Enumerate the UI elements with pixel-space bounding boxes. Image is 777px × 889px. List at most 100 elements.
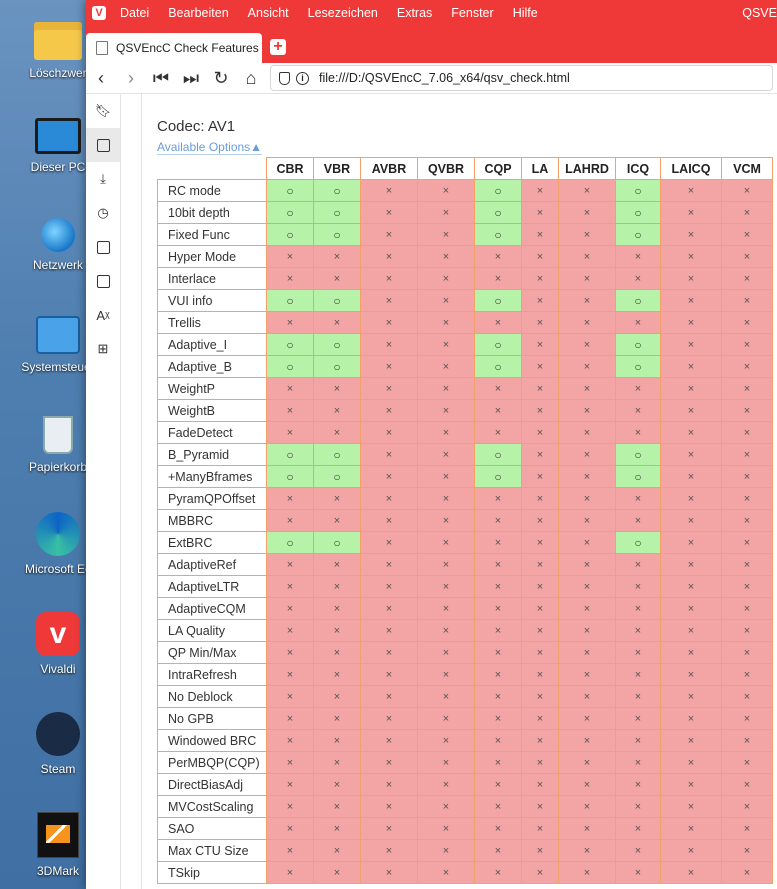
shield-icon[interactable]	[279, 71, 290, 85]
fast-forward-icon[interactable]: ⏭	[176, 68, 206, 89]
menu-ansicht[interactable]: Ansicht	[248, 6, 289, 20]
unsupported-cell: ×	[360, 399, 418, 422]
column-header: AVBR	[360, 157, 418, 180]
unsupported-cell: ×	[558, 223, 616, 246]
supported-cell: ○	[615, 201, 661, 224]
unsupported-cell: ×	[558, 861, 616, 884]
add-panel-button[interactable]: ⊞	[86, 332, 120, 366]
home-icon[interactable]: ⌂	[236, 68, 266, 89]
unsupported-cell: ×	[558, 245, 616, 268]
unsupported-cell: ×	[417, 333, 475, 356]
available-options-link[interactable]: Available Options▲	[157, 140, 263, 155]
table-row: Hyper Mode × × × × × × × × × ×	[157, 245, 773, 268]
vivaldi-menu-icon[interactable]: V	[92, 5, 106, 20]
vivaldi-icon: v	[36, 612, 80, 656]
unsupported-cell: ×	[721, 421, 773, 444]
unsupported-cell: ×	[474, 245, 522, 268]
back-icon[interactable]: ‹	[86, 68, 116, 89]
unsupported-cell: ×	[417, 377, 475, 400]
row-label: DirectBiasAdj	[157, 773, 267, 796]
row-label: Hyper Mode	[157, 245, 267, 268]
table-row: MBBRC × × × × × × × × × ×	[157, 509, 773, 532]
menu-lesezeichen[interactable]: Lesezeichen	[308, 6, 378, 20]
unsupported-cell: ×	[660, 575, 722, 598]
unsupported-cell: ×	[660, 355, 722, 378]
bookmarks-panel-button[interactable]: 🔖︎	[86, 94, 120, 128]
unsupported-cell: ×	[474, 575, 522, 598]
notes-panel-button[interactable]	[86, 230, 120, 264]
downloads-panel-button[interactable]: ⤓	[86, 162, 120, 196]
translate-panel-button[interactable]: Aᵡ	[86, 298, 120, 332]
unsupported-cell: ×	[474, 619, 522, 642]
new-tab-button[interactable]: +	[270, 39, 286, 55]
supported-cell: ○	[474, 333, 522, 356]
unsupported-cell: ×	[360, 619, 418, 642]
url-text: file:///D:/QSVEncC_7.06_x64/qsv_check.ht…	[319, 71, 570, 85]
forward-icon[interactable]: ›	[116, 68, 146, 89]
unsupported-cell: ×	[417, 443, 475, 466]
tab-qsv-check[interactable]: QSVEncC Check Features	[86, 33, 262, 63]
table-row: FadeDetect × × × × × × × × × ×	[157, 421, 773, 444]
unsupported-cell: ×	[558, 267, 616, 290]
info-icon[interactable]: i	[296, 71, 309, 85]
row-label: Interlace	[157, 267, 267, 290]
menu-bearbeiten[interactable]: Bearbeiten	[168, 6, 228, 20]
unsupported-cell: ×	[721, 509, 773, 532]
unsupported-cell: ×	[360, 553, 418, 576]
reload-icon[interactable]: ↻	[206, 68, 236, 89]
column-header: LAHRD	[558, 157, 616, 180]
tab-title: QSVEncC Check Features	[116, 41, 259, 55]
window-title: QSVE	[742, 6, 777, 20]
supported-cell: ○	[615, 465, 661, 488]
column-header: LAICQ	[660, 157, 722, 180]
unsupported-cell: ×	[521, 817, 559, 840]
rewind-icon[interactable]: ⏮	[146, 68, 176, 89]
unsupported-cell: ×	[660, 421, 722, 444]
supported-cell: ○	[266, 531, 314, 554]
unsupported-cell: ×	[660, 465, 722, 488]
unsupported-cell: ×	[313, 487, 361, 510]
unsupported-cell: ×	[721, 355, 773, 378]
row-label: +ManyBframes	[157, 465, 267, 488]
menu-fenster[interactable]: Fenster	[451, 6, 493, 20]
reading-list-panel-button[interactable]	[86, 128, 120, 162]
supported-cell: ○	[474, 223, 522, 246]
unsupported-cell: ×	[474, 861, 522, 884]
unsupported-cell: ×	[417, 201, 475, 224]
unsupported-cell: ×	[360, 509, 418, 532]
menu-extras[interactable]: Extras	[397, 6, 432, 20]
menu-datei[interactable]: Datei	[120, 6, 149, 20]
translate-icon: Aᵡ	[96, 307, 110, 323]
table-row: AdaptiveRef × × × × × × × × × ×	[157, 553, 773, 576]
unsupported-cell: ×	[660, 311, 722, 334]
window-panel-button[interactable]	[86, 264, 120, 298]
unsupported-cell: ×	[266, 663, 314, 686]
unsupported-cell: ×	[266, 421, 314, 444]
unsupported-cell: ×	[417, 179, 475, 202]
unsupported-cell: ×	[360, 333, 418, 356]
unsupported-cell: ×	[360, 597, 418, 620]
unsupported-cell: ×	[313, 707, 361, 730]
unsupported-cell: ×	[313, 377, 361, 400]
control-panel-icon	[36, 316, 80, 354]
table-row: Trellis × × × × × × × × × ×	[157, 311, 773, 334]
column-header: LA	[521, 157, 559, 180]
browser-window: V Datei Bearbeiten Ansicht Lesezeichen E…	[86, 0, 777, 889]
unsupported-cell: ×	[558, 421, 616, 444]
network-icon	[41, 218, 75, 252]
url-field[interactable]: i file:///D:/QSVEncC_7.06_x64/qsv_check.…	[270, 65, 773, 91]
unsupported-cell: ×	[474, 817, 522, 840]
table-row: Fixed Func ○ ○ × × ○ × × ○ × ×	[157, 223, 773, 246]
row-label: Trellis	[157, 311, 267, 334]
table-row: Interlace × × × × × × × × × ×	[157, 267, 773, 290]
history-panel-button[interactable]: ◷	[86, 196, 120, 230]
unsupported-cell: ×	[660, 795, 722, 818]
unsupported-cell: ×	[266, 399, 314, 422]
unsupported-cell: ×	[721, 399, 773, 422]
unsupported-cell: ×	[417, 773, 475, 796]
unsupported-cell: ×	[521, 729, 559, 752]
unsupported-cell: ×	[360, 707, 418, 730]
unsupported-cell: ×	[721, 597, 773, 620]
unsupported-cell: ×	[558, 685, 616, 708]
menu-hilfe[interactable]: Hilfe	[513, 6, 538, 20]
